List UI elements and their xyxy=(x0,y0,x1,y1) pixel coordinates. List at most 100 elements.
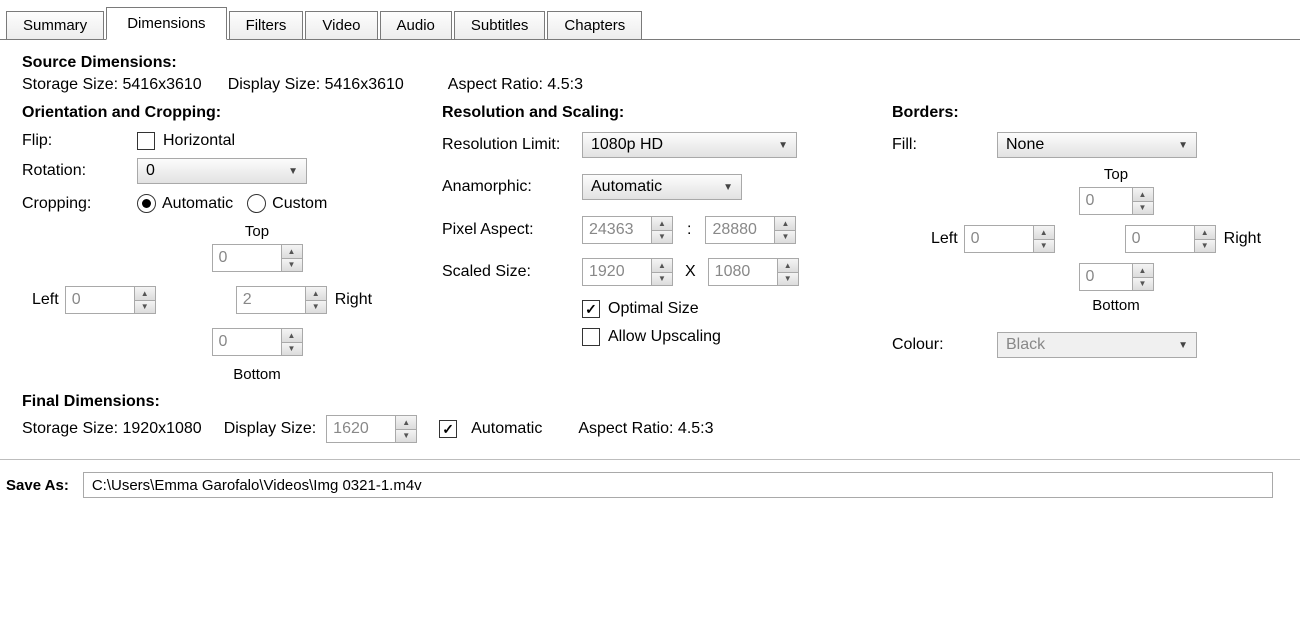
spin-up-icon[interactable]: ▲ xyxy=(1133,188,1153,202)
cropping-custom-radio[interactable] xyxy=(247,194,266,213)
colour-select[interactable]: Black ▼ xyxy=(997,332,1197,358)
par-x-input[interactable] xyxy=(583,217,651,243)
save-as-input[interactable] xyxy=(83,472,1273,498)
par-y-input[interactable] xyxy=(706,217,774,243)
crop-top-input[interactable] xyxy=(213,245,281,271)
spin-down-icon[interactable]: ▼ xyxy=(652,231,672,244)
spin-down-icon[interactable]: ▼ xyxy=(306,301,326,314)
tab-audio[interactable]: Audio xyxy=(380,11,452,40)
border-left-label: Left xyxy=(931,230,958,248)
tab-dimensions[interactable]: Dimensions xyxy=(106,7,226,40)
cropping-custom-label: Custom xyxy=(272,195,327,213)
par-x-spinner[interactable]: ▲▼ xyxy=(582,216,673,244)
border-top-label: Top xyxy=(942,166,1290,183)
reslimit-value: 1080p HD xyxy=(591,136,663,154)
spin-down-icon[interactable]: ▼ xyxy=(282,259,302,272)
spin-up-icon[interactable]: ▲ xyxy=(1195,226,1215,240)
crop-left-spinner[interactable]: ▲▼ xyxy=(65,286,156,314)
source-display: Display Size: 5416x3610 xyxy=(228,76,404,94)
spin-up-icon[interactable]: ▲ xyxy=(282,245,302,259)
crop-bottom-input[interactable] xyxy=(213,329,281,355)
spin-down-icon[interactable]: ▼ xyxy=(775,231,795,244)
final-display-spinner[interactable]: ▲▼ xyxy=(326,415,417,443)
anamorphic-label: Anamorphic: xyxy=(442,178,582,196)
scaled-w-input[interactable] xyxy=(583,259,651,285)
final-auto-checkbox[interactable] xyxy=(439,420,457,438)
spin-up-icon[interactable]: ▲ xyxy=(652,259,672,273)
spin-down-icon[interactable]: ▼ xyxy=(778,273,798,286)
scaled-h-input[interactable] xyxy=(709,259,777,285)
border-top-spinner[interactable]: ▲▼ xyxy=(1079,187,1154,215)
source-dimensions-heading: Source Dimensions: xyxy=(22,54,1290,72)
tab-filters[interactable]: Filters xyxy=(229,11,304,40)
tab-summary[interactable]: Summary xyxy=(6,11,104,40)
source-storage: Storage Size: 5416x3610 xyxy=(22,76,202,94)
anamorphic-select[interactable]: Automatic ▼ xyxy=(582,174,742,200)
border-bottom-input[interactable] xyxy=(1080,264,1132,290)
border-right-input[interactable] xyxy=(1126,226,1194,252)
scaled-label: Scaled Size: xyxy=(442,263,582,281)
orientation-heading: Orientation and Cropping: xyxy=(22,104,442,122)
fill-select[interactable]: None ▼ xyxy=(997,132,1197,158)
border-right-spinner[interactable]: ▲▼ xyxy=(1125,225,1216,253)
cropping-label: Cropping: xyxy=(22,195,137,213)
cropping-auto-label: Automatic xyxy=(162,195,233,213)
crop-top-spinner[interactable]: ▲▼ xyxy=(212,244,303,272)
crop-bottom-spinner[interactable]: ▲▼ xyxy=(212,328,303,356)
chevron-down-icon: ▼ xyxy=(778,140,788,151)
border-top-input[interactable] xyxy=(1080,188,1132,214)
tab-strip: Summary Dimensions Filters Video Audio S… xyxy=(6,0,1294,40)
optimal-size-checkbox[interactable] xyxy=(582,300,600,318)
border-left-spinner[interactable]: ▲▼ xyxy=(964,225,1055,253)
border-right-label: Right xyxy=(1224,230,1261,248)
spin-down-icon[interactable]: ▼ xyxy=(135,301,155,314)
spin-down-icon[interactable]: ▼ xyxy=(1195,240,1215,253)
spin-up-icon[interactable]: ▲ xyxy=(282,329,302,343)
crop-bottom-label: Bottom xyxy=(72,366,442,383)
borders-heading: Borders: xyxy=(892,104,1290,122)
par-label: Pixel Aspect: xyxy=(442,221,582,239)
flip-horizontal-checkbox[interactable] xyxy=(137,132,155,150)
tab-chapters[interactable]: Chapters xyxy=(547,11,642,40)
tab-video[interactable]: Video xyxy=(305,11,377,40)
flip-horizontal-label: Horizontal xyxy=(163,132,235,150)
crop-top-label: Top xyxy=(72,223,442,240)
scaled-h-spinner[interactable]: ▲▼ xyxy=(708,258,799,286)
spin-up-icon[interactable]: ▲ xyxy=(652,217,672,231)
spin-up-icon[interactable]: ▲ xyxy=(135,287,155,301)
crop-right-input[interactable] xyxy=(237,287,305,313)
save-as-label: Save As: xyxy=(6,477,69,494)
spin-down-icon[interactable]: ▼ xyxy=(396,430,416,443)
flip-label: Flip: xyxy=(22,132,137,150)
anamorphic-value: Automatic xyxy=(591,178,662,196)
crop-left-input[interactable] xyxy=(66,287,134,313)
spin-down-icon[interactable]: ▼ xyxy=(652,273,672,286)
tab-subtitles[interactable]: Subtitles xyxy=(454,11,546,40)
border-left-input[interactable] xyxy=(965,226,1033,252)
colour-label: Colour: xyxy=(892,336,997,354)
spin-down-icon[interactable]: ▼ xyxy=(1133,278,1153,291)
spin-up-icon[interactable]: ▲ xyxy=(1133,264,1153,278)
fill-label: Fill: xyxy=(892,136,997,154)
spin-up-icon[interactable]: ▲ xyxy=(778,259,798,273)
scaled-w-spinner[interactable]: ▲▼ xyxy=(582,258,673,286)
chevron-down-icon: ▼ xyxy=(1178,140,1188,151)
spin-down-icon[interactable]: ▼ xyxy=(282,343,302,356)
allow-upscaling-checkbox[interactable] xyxy=(582,328,600,346)
cropping-auto-radio[interactable] xyxy=(137,194,156,213)
crop-right-spinner[interactable]: ▲▼ xyxy=(236,286,327,314)
spin-up-icon[interactable]: ▲ xyxy=(306,287,326,301)
spin-up-icon[interactable]: ▲ xyxy=(396,416,416,430)
spin-down-icon[interactable]: ▼ xyxy=(1133,202,1153,215)
optimal-size-label: Optimal Size xyxy=(608,300,699,318)
spin-up-icon[interactable]: ▲ xyxy=(1034,226,1054,240)
scaling-heading: Resolution and Scaling: xyxy=(442,104,892,122)
chevron-down-icon: ▼ xyxy=(723,182,733,193)
spin-down-icon[interactable]: ▼ xyxy=(1034,240,1054,253)
border-bottom-spinner[interactable]: ▲▼ xyxy=(1079,263,1154,291)
rotation-select[interactable]: 0 ▼ xyxy=(137,158,307,184)
final-display-input[interactable] xyxy=(327,416,395,442)
reslimit-select[interactable]: 1080p HD ▼ xyxy=(582,132,797,158)
spin-up-icon[interactable]: ▲ xyxy=(775,217,795,231)
par-y-spinner[interactable]: ▲▼ xyxy=(705,216,796,244)
